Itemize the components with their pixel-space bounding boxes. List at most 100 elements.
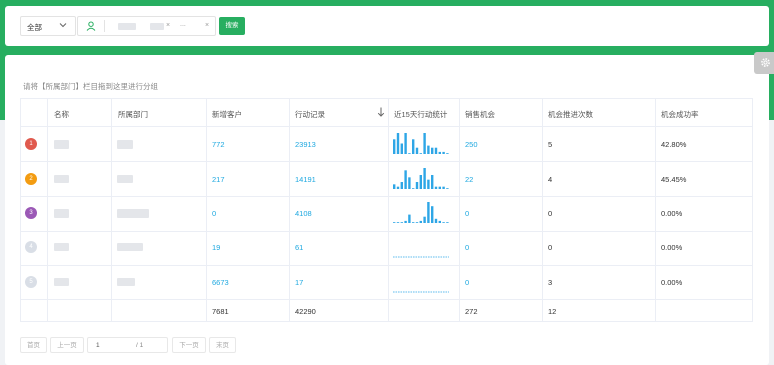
row-divider — [20, 126, 753, 127]
scope-select[interactable]: 全部 — [20, 16, 76, 36]
column-divider — [388, 98, 389, 322]
opportunities-cell[interactable]: 250 — [465, 140, 478, 149]
advances-cell: 4 — [548, 175, 553, 184]
column-divider — [47, 98, 48, 322]
new-customers-cell[interactable]: 217 — [212, 175, 225, 184]
opportunities-cell[interactable]: 0 — [465, 209, 469, 218]
new-customers-cell[interactable]: 6673 — [212, 278, 229, 287]
prev-page-button[interactable]: 上一页 — [50, 337, 84, 353]
department-cell — [117, 278, 135, 286]
header-action-records[interactable]: 行动记录 — [295, 109, 325, 120]
next-page-button[interactable]: 下一页 — [172, 337, 206, 353]
gear-icon — [761, 58, 770, 67]
column-divider — [459, 98, 460, 322]
sparkline-bar — [412, 139, 415, 154]
sparkline-bar — [419, 175, 422, 189]
sparkline-bar — [442, 151, 445, 154]
opportunities-cell[interactable]: 0 — [465, 278, 469, 287]
search-button[interactable]: 搜索 — [219, 17, 245, 35]
sparkline-bar — [431, 206, 434, 223]
page-total: / 1 — [136, 342, 144, 349]
row-divider — [20, 196, 753, 197]
settings-button[interactable] — [754, 52, 774, 74]
opportunities-cell[interactable]: 0 — [465, 243, 469, 252]
advances-cell: 0 — [548, 209, 553, 218]
sparkline — [393, 133, 449, 154]
column-divider — [111, 98, 112, 322]
sparkline-bar — [404, 133, 407, 154]
new-customers-cell[interactable]: 772 — [212, 140, 225, 149]
header-name[interactable]: 名称 — [54, 109, 69, 120]
header-success-rate[interactable]: 机会成功率 — [661, 109, 699, 120]
new-customers-cell[interactable]: 19 — [212, 243, 220, 252]
sparkline-bar — [427, 179, 430, 189]
user-select[interactable]: × ... × — [77, 16, 216, 36]
total-new-customers: 7681 — [212, 307, 229, 316]
column-divider — [542, 98, 543, 322]
rank-badge: 3 — [25, 207, 37, 219]
more-indicator: ... — [180, 21, 186, 28]
sparkline-bar — [408, 177, 411, 189]
sparkline-bar — [419, 220, 422, 223]
sparkline-bar — [415, 222, 419, 223]
advances-cell: 0 — [548, 243, 553, 252]
divider — [104, 20, 105, 32]
department-cell — [117, 243, 143, 251]
last-page-button[interactable]: 末页 — [209, 337, 236, 353]
row-divider — [20, 299, 753, 300]
department-cell — [117, 209, 149, 218]
sparkline-bar — [431, 147, 434, 154]
header-15day-stats[interactable]: 近15天行动统计 — [394, 109, 447, 120]
opportunities-cell[interactable]: 22 — [465, 175, 473, 184]
sparkline-bar — [423, 216, 426, 223]
success-rate-cell: 0.00% — [661, 278, 683, 287]
sparkline-bar — [438, 151, 441, 154]
first-page-button[interactable]: 首页 — [20, 337, 47, 353]
column-divider — [289, 98, 290, 322]
sparkline-bar — [396, 222, 400, 223]
sparkline-bar — [427, 202, 430, 223]
name-cell — [54, 243, 69, 251]
name-cell — [54, 175, 69, 183]
group-by-hint: 请将【所属部门】栏目拖到这里进行分组 — [23, 82, 158, 91]
sparkline-bar — [393, 184, 396, 189]
selected-user-tag — [150, 23, 164, 30]
row-divider — [20, 265, 753, 266]
header-opportunities[interactable]: 销售机会 — [465, 109, 495, 120]
page-input-value: 1 — [96, 342, 100, 349]
actions-cell[interactable]: 61 — [295, 243, 303, 252]
header-advance-count[interactable]: 机会推进次数 — [548, 109, 593, 120]
selected-user-tag — [118, 23, 136, 30]
sparkline-bar — [438, 220, 441, 223]
advances-cell: 3 — [548, 278, 553, 287]
sparkline-bar — [400, 222, 403, 223]
header-new-customers[interactable]: 新增客户 — [212, 109, 242, 120]
sparkline-bar — [412, 222, 415, 223]
sparkline-bar — [412, 188, 415, 189]
clear-icon[interactable]: × — [205, 22, 209, 29]
sparkline-bar — [442, 186, 445, 189]
new-customers-cell[interactable]: 0 — [212, 209, 216, 218]
total-advances: 12 — [548, 307, 557, 316]
sparkline-bar — [434, 147, 438, 154]
sparkline-bar — [404, 220, 407, 223]
sparkline-bar — [423, 168, 426, 189]
sparkline-bar — [396, 186, 400, 189]
sparkline-bar — [446, 153, 449, 154]
name-cell — [54, 209, 69, 218]
rank-badge: 1 — [25, 138, 37, 150]
page-input[interactable]: 1 / 1 — [87, 337, 168, 353]
actions-cell[interactable]: 17 — [295, 278, 303, 287]
sparkline-bar — [446, 188, 449, 189]
sort-desc-icon[interactable] — [377, 107, 385, 117]
total-actions: 42290 — [295, 307, 316, 316]
remove-tag-icon[interactable]: × — [166, 22, 170, 29]
sparkline-bar — [431, 175, 434, 189]
actions-cell[interactable]: 14191 — [295, 175, 316, 184]
header-department[interactable]: 所属部门 — [118, 109, 148, 120]
sparkline-bar — [408, 153, 411, 154]
actions-cell[interactable]: 4108 — [295, 209, 312, 218]
success-rate-cell: 0.00% — [661, 243, 683, 252]
rank-badge: 5 — [25, 276, 37, 288]
actions-cell[interactable]: 23913 — [295, 140, 316, 149]
